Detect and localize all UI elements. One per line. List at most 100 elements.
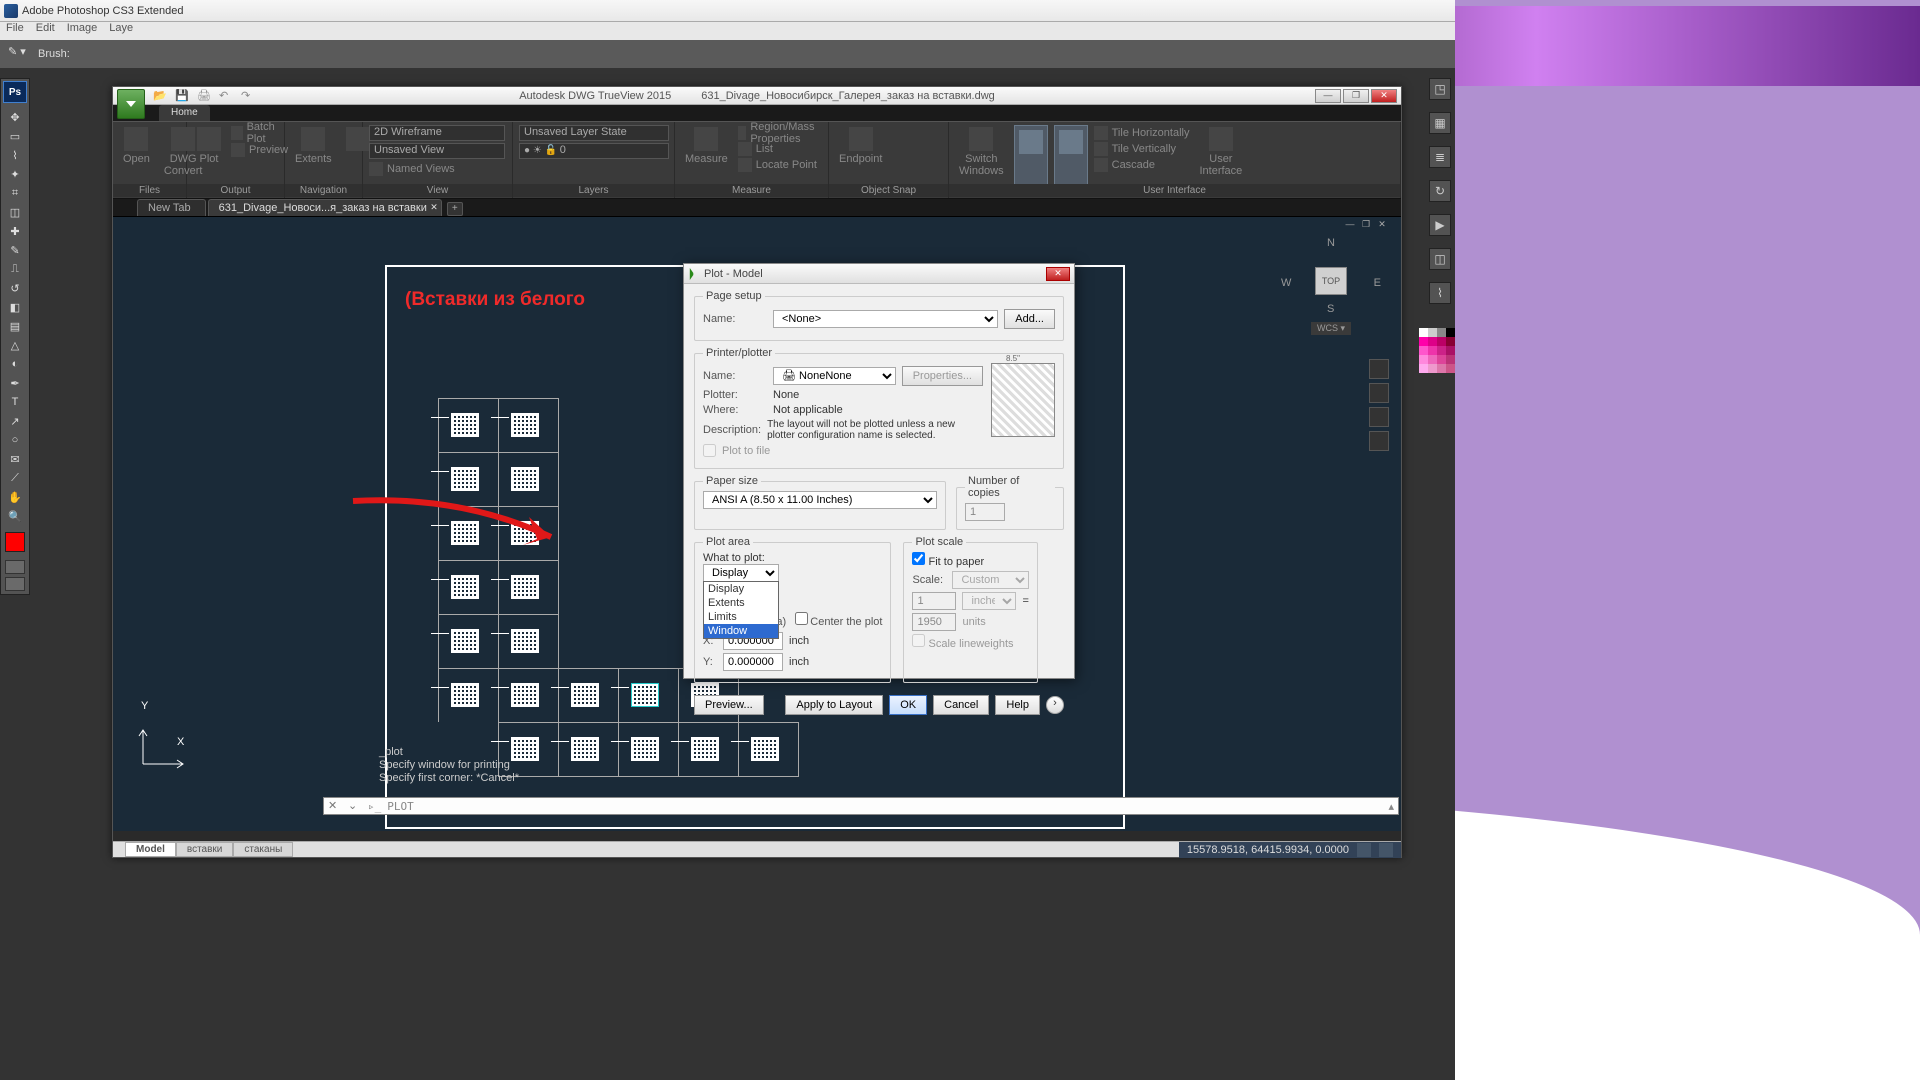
qat-plot-icon[interactable]: 🖨 — [197, 89, 211, 103]
gradient-tool-icon[interactable]: ▤ — [3, 317, 27, 335]
tile-v-button[interactable]: Tile Vertically — [1094, 141, 1190, 156]
qat-redo-icon[interactable]: ↷ — [241, 89, 255, 103]
mdi-min-icon[interactable]: — — [1343, 219, 1357, 231]
wand-tool-icon[interactable]: ✦ — [3, 165, 27, 183]
batch-plot-button[interactable]: Batch Plot — [231, 125, 288, 140]
navigator-palette-icon[interactable]: ◳ — [1429, 78, 1451, 100]
status-icon-2[interactable] — [1379, 843, 1393, 857]
minimize-button[interactable]: — — [1315, 89, 1341, 103]
shape-tool-icon[interactable]: ○ — [3, 431, 27, 449]
cmd-recent-icon[interactable]: ⌄ — [348, 799, 362, 813]
actions-palette-icon[interactable]: ▶ — [1429, 214, 1451, 236]
close-button[interactable]: ✕ — [1371, 89, 1397, 103]
eraser-tool-icon[interactable]: ◧ — [3, 298, 27, 316]
tab-current[interactable]: 631_Divage_Новоси...я_заказ на вставки✕ — [208, 199, 442, 216]
properties-button[interactable]: Properties... — [902, 366, 983, 386]
osnap-int-icon[interactable] — [930, 129, 944, 143]
ps-menubar[interactable]: File Edit Image Laye — [0, 22, 1455, 40]
lasso-tool-icon[interactable]: ⌇ — [3, 146, 27, 164]
tab-new[interactable]: New Tab — [137, 199, 206, 216]
dwg-titlebar[interactable]: 📂 💾 🖨 ↶ ↷ Autodesk DWG TrueView 2015 631… — [113, 87, 1401, 105]
paths-palette-icon[interactable]: ⌇ — [1429, 282, 1451, 304]
ps-menu-edit[interactable]: Edit — [36, 22, 55, 40]
preview-button[interactable]: Preview — [231, 142, 288, 157]
option-window[interactable]: Window — [704, 624, 778, 638]
qat-open-icon[interactable]: 📂 — [153, 89, 167, 103]
plot-close-button[interactable]: ✕ — [1046, 267, 1070, 281]
pen-tool-icon[interactable]: ✒ — [3, 374, 27, 392]
ok-button[interactable]: OK — [889, 695, 927, 715]
scale-lw-check[interactable] — [912, 634, 925, 647]
osnap-ext-icon[interactable] — [892, 146, 906, 160]
ps-titlebar[interactable]: Adobe Photoshop CS3 Extended — [0, 0, 1455, 22]
scale-combo[interactable]: Custom — [952, 571, 1028, 589]
help-button[interactable]: Help — [995, 695, 1040, 715]
tile-h-button[interactable]: Tile Horizontally — [1094, 125, 1190, 140]
nav-pan-icon[interactable] — [1369, 383, 1389, 403]
crop-tool-icon[interactable]: ⌗ — [3, 184, 27, 202]
slice-tool-icon[interactable]: ◫ — [3, 203, 27, 221]
type-tool-icon[interactable]: T — [3, 393, 27, 411]
screenmode-icon[interactable] — [5, 577, 25, 591]
plot-titlebar[interactable]: Plot - Model ✕ — [684, 264, 1074, 284]
add-button[interactable]: Add... — [1004, 309, 1055, 329]
viewcube[interactable]: N S E W TOP WCS ▾ — [1281, 237, 1381, 337]
command-line[interactable]: ✕ ⌄ ▹_ PLOT ▴ — [323, 797, 1399, 815]
maximize-button[interactable]: ❐ — [1343, 89, 1369, 103]
layerstate-combo[interactable]: Unsaved Layer State — [519, 125, 669, 141]
hand-tool-icon[interactable]: ✋ — [3, 488, 27, 506]
ps-logo-tile[interactable]: Ps — [3, 81, 27, 103]
apply-layout-button[interactable]: Apply to Layout — [785, 695, 883, 715]
center-plot-check[interactable] — [795, 612, 808, 625]
what-to-plot-combo[interactable]: Display — [703, 564, 779, 582]
layout-tab-2[interactable]: стаканы — [233, 842, 293, 857]
plotter-name-combo[interactable]: 🖨 NoneNone — [773, 367, 896, 385]
path-tool-icon[interactable]: ↗ — [3, 412, 27, 430]
qat-save-icon[interactable]: 💾 — [175, 89, 189, 103]
close-tab-icon[interactable]: ✕ — [430, 202, 438, 213]
option-display[interactable]: Display — [704, 582, 778, 596]
notes-tool-icon[interactable]: ✉ — [3, 450, 27, 468]
namedview-combo[interactable]: Unsaved View — [369, 143, 505, 159]
scale-unit-combo[interactable]: inches — [962, 592, 1016, 610]
nav-orbit-icon[interactable] — [1369, 431, 1389, 451]
osnap-near-icon[interactable] — [930, 146, 944, 160]
history-brush-icon[interactable]: ↺ — [3, 279, 27, 297]
viewcube-top[interactable]: TOP — [1315, 267, 1347, 295]
option-limits[interactable]: Limits — [704, 610, 778, 624]
ps-menu-layer[interactable]: Laye — [109, 22, 133, 40]
quickmask-icon[interactable] — [5, 560, 25, 574]
osnap-mid-icon[interactable] — [892, 129, 906, 143]
blur-tool-icon[interactable]: △ — [3, 336, 27, 354]
osnap-perp-icon[interactable] — [911, 146, 925, 160]
offset-y-field[interactable] — [723, 653, 783, 671]
massprops-button[interactable]: Region/Mass Properties — [738, 125, 822, 140]
application-menu-button[interactable] — [117, 89, 145, 119]
page-setup-combo[interactable]: <None> — [773, 310, 998, 328]
layers-palette-icon[interactable]: ≣ — [1429, 146, 1451, 168]
scale-den-field[interactable] — [912, 613, 956, 631]
osnap-cen-icon[interactable] — [911, 129, 925, 143]
mdi-close-icon[interactable]: ✕ — [1375, 219, 1389, 231]
visualstyle-combo[interactable]: 2D Wireframe — [369, 125, 505, 141]
move-tool-icon[interactable]: ✥ — [3, 108, 27, 126]
copies-field[interactable] — [965, 503, 1005, 521]
qat-undo-icon[interactable]: ↶ — [219, 89, 233, 103]
preview-button[interactable]: Preview... — [694, 695, 764, 715]
new-tab-button[interactable]: + — [447, 202, 463, 216]
ps-menu-file[interactable]: File — [6, 22, 24, 40]
marquee-tool-icon[interactable]: ▭ — [3, 127, 27, 145]
history-palette-icon[interactable]: ↻ — [1429, 180, 1451, 202]
scale-num-field[interactable] — [912, 592, 956, 610]
nav-zoom-icon[interactable] — [1369, 407, 1389, 427]
named-views-button[interactable]: Named Views — [369, 161, 506, 176]
dodge-tool-icon[interactable]: ◐ — [3, 355, 27, 373]
cmd-close-icon[interactable]: ✕ — [328, 799, 342, 813]
fit-to-paper-check[interactable] — [912, 552, 925, 565]
brush-tool-icon[interactable]: ✎ — [3, 241, 27, 259]
cancel-button[interactable]: Cancel — [933, 695, 989, 715]
plot-to-file-check[interactable] — [703, 444, 716, 457]
foreground-swatch[interactable] — [5, 532, 25, 552]
layout-tab-1[interactable]: вставки — [176, 842, 234, 857]
healing-tool-icon[interactable]: ✚ — [3, 222, 27, 240]
